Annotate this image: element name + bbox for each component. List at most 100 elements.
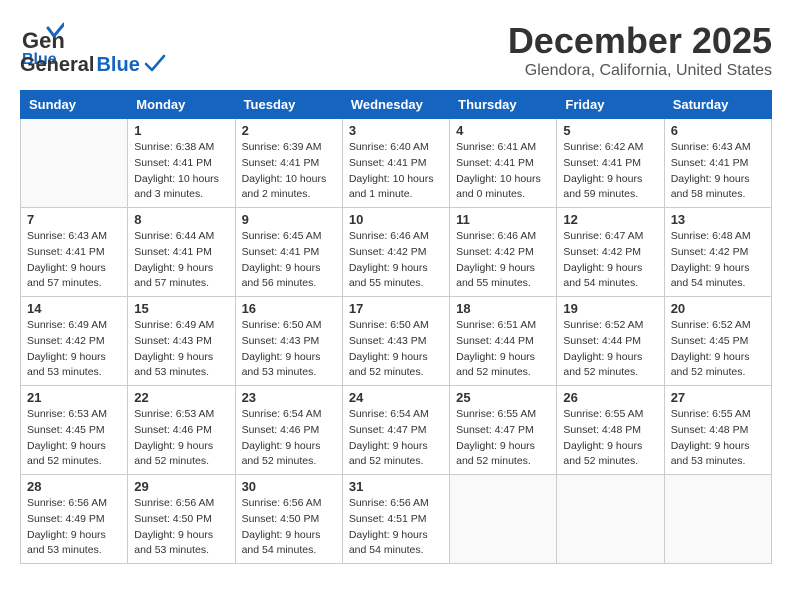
calendar-cell: 15 Sunrise: 6:49 AMSunset: 4:43 PMDayligh… [128,297,235,386]
calendar-week-row: 7Sunrise: 6:43 AMSunset: 4:41 PMDaylight… [21,208,772,297]
day-info: Sunrise: 6:56 AMSunset: 4:50 PMDaylight:… [242,496,336,559]
day-info: Sunrise: 6:49 AMSunset: 4:42 PMDaylight:… [27,318,121,381]
day-number: 5 [563,123,657,138]
calendar-cell: 23 Sunrise: 6:54 AMSunset: 4:46 PMDayligh… [235,386,342,475]
day-number: 29 [134,479,228,494]
page-header: General Blue General Blue December 2025 … [20,20,772,80]
day-info: Sunrise: 6:44 AMSunset: 4:41 PMDaylight:… [134,229,228,292]
header-sunday: Sunday [21,91,128,119]
calendar-cell: 13Sunrise: 6:48 AMSunset: 4:42 PMDayligh… [664,208,771,297]
header-friday: Friday [557,91,664,119]
day-info: Sunrise: 6:54 AMSunset: 4:46 PMDaylight:… [242,407,336,470]
day-number: 2 [242,123,336,138]
calendar-week-row: 1Sunrise: 6:38 AMSunset: 4:41 PMDaylight… [21,119,772,208]
day-number: 26 [563,390,657,405]
day-info: Sunrise: 6:53 AMSunset: 4:46 PMDaylight:… [134,407,228,470]
calendar-header-row: SundayMondayTuesdayWednesdayThursdayFrid… [21,91,772,119]
day-number: 10 [349,212,443,227]
day-info: Sunrise: 6:56 AMSunset: 4:51 PMDaylight:… [349,496,443,559]
title-area: December 2025 Glendora, California, Unit… [508,20,772,80]
day-info: Sunrise: 6:52 AMSunset: 4:45 PMDaylight:… [671,318,765,381]
day-number: 31 [349,479,443,494]
calendar-cell: 20 Sunrise: 6:52 AMSunset: 4:45 PMDayligh… [664,297,771,386]
calendar-cell: 10 Sunrise: 6:46 AMSunset: 4:42 PMDayligh… [342,208,449,297]
calendar-cell: 4Sunrise: 6:41 AMSunset: 4:41 PMDaylight… [450,119,557,208]
logo-bird-icon [144,52,166,74]
calendar-cell: 24 Sunrise: 6:54 AMSunset: 4:47 PMDayligh… [342,386,449,475]
day-number: 1 [134,123,228,138]
calendar-cell: 28 Sunrise: 6:56 AMSunset: 4:49 PMDayligh… [21,475,128,564]
calendar-table: SundayMondayTuesdayWednesdayThursdayFrid… [20,90,772,564]
day-info: Sunrise: 6:49 AMSunset: 4:43 PMDaylight:… [134,318,228,381]
day-info: Sunrise: 6:55 AMSunset: 4:47 PMDaylight:… [456,407,550,470]
calendar-cell: 26 Sunrise: 6:55 AMSunset: 4:48 PMDayligh… [557,386,664,475]
day-number: 17 [349,301,443,316]
day-info: Sunrise: 6:39 AMSunset: 4:41 PMDaylight:… [242,140,336,203]
calendar-cell: 21 Sunrise: 6:53 AMSunset: 4:45 PMDayligh… [21,386,128,475]
day-info: Sunrise: 6:47 AMSunset: 4:42 PMDaylight:… [563,229,657,292]
day-number: 3 [349,123,443,138]
calendar-cell: 19Sunrise: 6:52 AMSunset: 4:44 PMDayligh… [557,297,664,386]
day-number: 24 [349,390,443,405]
calendar-cell: 29 Sunrise: 6:56 AMSunset: 4:50 PMDayligh… [128,475,235,564]
calendar-week-row: 14 Sunrise: 6:49 AMSunset: 4:42 PMDayligh… [21,297,772,386]
day-info: Sunrise: 6:42 AMSunset: 4:41 PMDaylight:… [563,140,657,203]
calendar-cell: 18Sunrise: 6:51 AMSunset: 4:44 PMDayligh… [450,297,557,386]
day-number: 14 [27,301,121,316]
day-info: Sunrise: 6:53 AMSunset: 4:45 PMDaylight:… [27,407,121,470]
calendar-cell: 30 Sunrise: 6:56 AMSunset: 4:50 PMDayligh… [235,475,342,564]
calendar-cell: 25 Sunrise: 6:55 AMSunset: 4:47 PMDayligh… [450,386,557,475]
day-number: 28 [27,479,121,494]
calendar-cell: 1Sunrise: 6:38 AMSunset: 4:41 PMDaylight… [128,119,235,208]
calendar-cell: 7Sunrise: 6:43 AMSunset: 4:41 PMDaylight… [21,208,128,297]
day-info: Sunrise: 6:54 AMSunset: 4:47 PMDaylight:… [349,407,443,470]
day-info: Sunrise: 6:56 AMSunset: 4:50 PMDaylight:… [134,496,228,559]
calendar-cell: 5 Sunrise: 6:42 AMSunset: 4:41 PMDaylight… [557,119,664,208]
day-number: 13 [671,212,765,227]
day-number: 8 [134,212,228,227]
day-number: 30 [242,479,336,494]
day-info: Sunrise: 6:41 AMSunset: 4:41 PMDaylight:… [456,140,550,203]
calendar-cell: 2 Sunrise: 6:39 AMSunset: 4:41 PMDaylight… [235,119,342,208]
day-number: 18 [456,301,550,316]
day-info: Sunrise: 6:56 AMSunset: 4:49 PMDaylight:… [27,496,121,559]
location-title: Glendora, California, United States [508,62,772,80]
calendar-week-row: 21 Sunrise: 6:53 AMSunset: 4:45 PMDayligh… [21,386,772,475]
day-info: Sunrise: 6:52 AMSunset: 4:44 PMDaylight:… [563,318,657,381]
calendar-cell: 16Sunrise: 6:50 AMSunset: 4:43 PMDayligh… [235,297,342,386]
calendar-cell: 3 Sunrise: 6:40 AMSunset: 4:41 PMDaylight… [342,119,449,208]
day-info: Sunrise: 6:43 AMSunset: 4:41 PMDaylight:… [27,229,121,292]
day-info: Sunrise: 6:55 AMSunset: 4:48 PMDaylight:… [671,407,765,470]
calendar-cell [557,475,664,564]
day-info: Sunrise: 6:40 AMSunset: 4:41 PMDaylight:… [349,140,443,203]
calendar-cell: 8 Sunrise: 6:44 AMSunset: 4:41 PMDaylight… [128,208,235,297]
logo-blue: Blue [96,54,139,77]
header-monday: Monday [128,91,235,119]
calendar-cell [664,475,771,564]
day-info: Sunrise: 6:46 AMSunset: 4:42 PMDaylight:… [456,229,550,292]
calendar-cell: 12 Sunrise: 6:47 AMSunset: 4:42 PMDayligh… [557,208,664,297]
calendar-cell: 27 Sunrise: 6:55 AMSunset: 4:48 PMDayligh… [664,386,771,475]
day-number: 22 [134,390,228,405]
calendar-cell: 6Sunrise: 6:43 AMSunset: 4:41 PMDaylight… [664,119,771,208]
day-info: Sunrise: 6:50 AMSunset: 4:43 PMDaylight:… [349,318,443,381]
day-number: 15 [134,301,228,316]
day-number: 16 [242,301,336,316]
day-number: 27 [671,390,765,405]
header-wednesday: Wednesday [342,91,449,119]
day-info: Sunrise: 6:45 AMSunset: 4:41 PMDaylight:… [242,229,336,292]
day-number: 23 [242,390,336,405]
logo: General Blue General Blue [20,20,166,77]
day-info: Sunrise: 6:43 AMSunset: 4:41 PMDaylight:… [671,140,765,203]
day-number: 9 [242,212,336,227]
calendar-cell [21,119,128,208]
header-saturday: Saturday [664,91,771,119]
day-number: 11 [456,212,550,227]
day-number: 25 [456,390,550,405]
day-number: 21 [27,390,121,405]
day-number: 12 [563,212,657,227]
day-info: Sunrise: 6:46 AMSunset: 4:42 PMDaylight:… [349,229,443,292]
day-number: 20 [671,301,765,316]
day-info: Sunrise: 6:55 AMSunset: 4:48 PMDaylight:… [563,407,657,470]
calendar-cell: 9 Sunrise: 6:45 AMSunset: 4:41 PMDaylight… [235,208,342,297]
